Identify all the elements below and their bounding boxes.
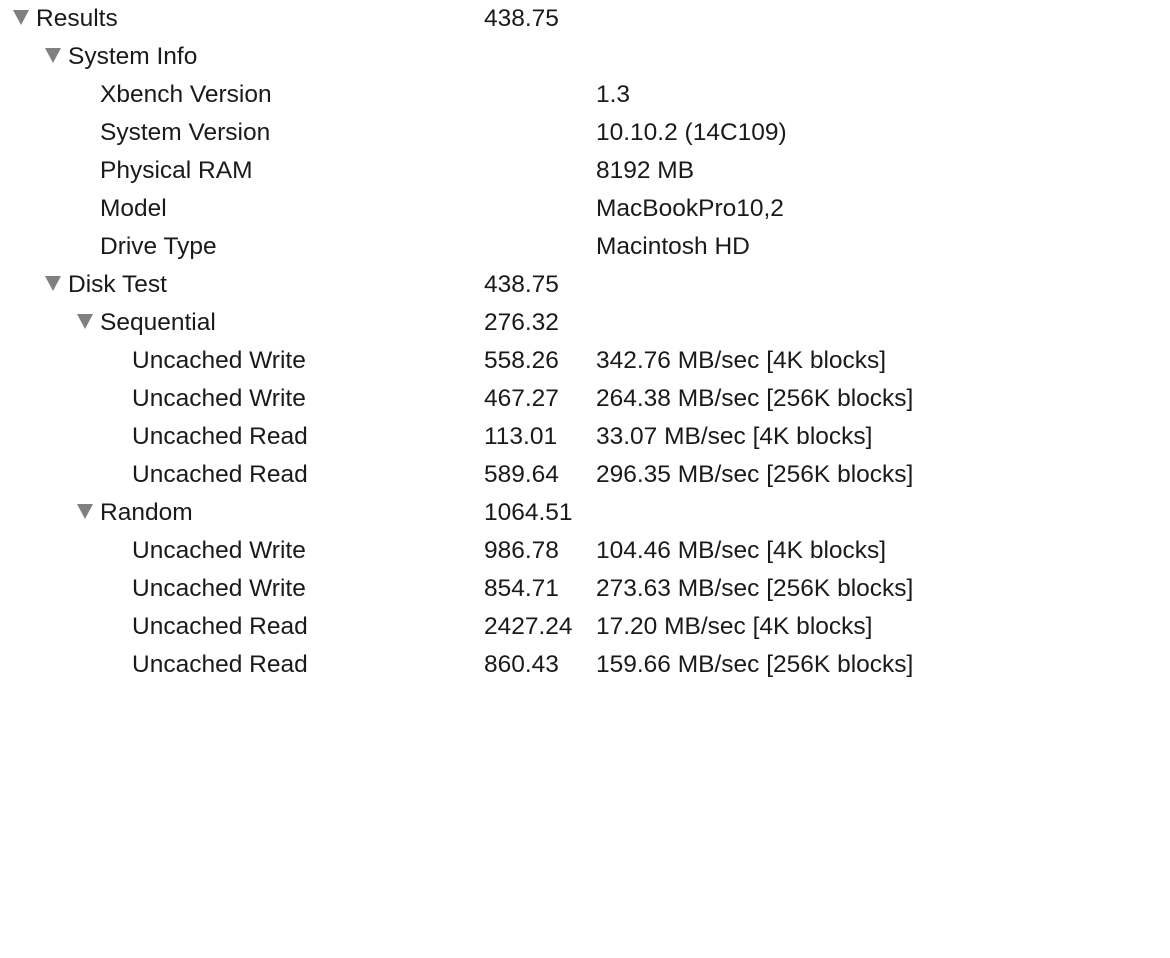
row-score: 589.64 (484, 461, 559, 488)
row-score: 854.71 (484, 575, 559, 602)
row-label: Model (100, 195, 167, 222)
row-label: Uncached Write (132, 575, 306, 602)
triangle-down-icon[interactable] (44, 38, 64, 76)
row-info: 8192 MB (596, 157, 695, 184)
tree-row-disk-test[interactable]: Disk Test 438.75 (0, 266, 1170, 304)
row-label: Xbench Version (100, 81, 272, 108)
tree-row[interactable]: Uncached Read 860.43 159.66 MB/sec [256K… (0, 646, 1170, 684)
results-outline-view: Results 438.75 System Info Xbench Versio… (0, 0, 1170, 684)
tree-row[interactable]: Drive Type Macintosh HD (0, 228, 1170, 266)
row-label: Physical RAM (100, 157, 253, 184)
triangle-down-icon[interactable] (76, 494, 96, 532)
tree-row[interactable]: System Version 10.10.2 (14C109) (0, 114, 1170, 152)
row-score: 276.32 (484, 309, 559, 336)
row-label: System Info (68, 43, 198, 70)
row-info: 33.07 MB/sec [4K blocks] (596, 423, 873, 450)
tree-row-random[interactable]: Random 1064.51 (0, 494, 1170, 532)
row-info: 17.20 MB/sec [4K blocks] (596, 613, 873, 640)
row-info: 342.76 MB/sec [4K blocks] (596, 347, 887, 374)
row-label: Random (100, 499, 193, 526)
row-score: 1064.51 (484, 499, 573, 526)
tree-row[interactable]: Uncached Write 854.71 273.63 MB/sec [256… (0, 570, 1170, 608)
row-label: Uncached Read (132, 461, 308, 488)
row-score: 860.43 (484, 651, 559, 678)
triangle-down-icon[interactable] (76, 304, 96, 342)
tree-row-system-info[interactable]: System Info (0, 38, 1170, 76)
row-score: 558.26 (484, 347, 559, 374)
tree-row[interactable]: Uncached Read 589.64 296.35 MB/sec [256K… (0, 456, 1170, 494)
triangle-down-icon[interactable] (12, 0, 32, 38)
row-info: MacBookPro10,2 (596, 195, 784, 222)
row-label: Uncached Read (132, 423, 308, 450)
row-info: 264.38 MB/sec [256K blocks] (596, 385, 914, 412)
tree-row[interactable]: Uncached Write 986.78 104.46 MB/sec [4K … (0, 532, 1170, 570)
tree-row[interactable]: Uncached Write 558.26 342.76 MB/sec [4K … (0, 342, 1170, 380)
row-info: 1.3 (596, 81, 631, 108)
row-label: Sequential (100, 309, 216, 336)
row-score: 986.78 (484, 537, 559, 564)
tree-row-sequential[interactable]: Sequential 276.32 (0, 304, 1170, 342)
tree-row[interactable]: Uncached Read 2427.24 17.20 MB/sec [4K b… (0, 608, 1170, 646)
tree-row-results[interactable]: Results 438.75 (0, 0, 1170, 38)
row-score: 2427.24 (484, 613, 573, 640)
row-label: Uncached Write (132, 385, 306, 412)
tree-row[interactable]: Uncached Read 113.01 33.07 MB/sec [4K bl… (0, 418, 1170, 456)
row-score: 467.27 (484, 385, 559, 412)
row-label: Uncached Write (132, 347, 306, 374)
row-label: System Version (100, 119, 271, 146)
tree-row[interactable]: Xbench Version 1.3 (0, 76, 1170, 114)
row-info: 104.46 MB/sec [4K blocks] (596, 537, 887, 564)
row-label: Uncached Read (132, 613, 308, 640)
row-info: 273.63 MB/sec [256K blocks] (596, 575, 914, 602)
row-info: 10.10.2 (14C109) (596, 119, 787, 146)
row-score: 438.75 (484, 271, 559, 298)
row-label: Drive Type (100, 233, 217, 260)
triangle-down-icon[interactable] (44, 266, 64, 304)
row-score: 113.01 (484, 423, 558, 450)
tree-row[interactable]: Model MacBookPro10,2 (0, 190, 1170, 228)
row-label: Results (36, 5, 118, 32)
row-label: Uncached Read (132, 651, 308, 678)
row-score: 438.75 (484, 5, 559, 32)
row-label: Uncached Write (132, 537, 306, 564)
tree-row[interactable]: Physical RAM 8192 MB (0, 152, 1170, 190)
tree-row[interactable]: Uncached Write 467.27 264.38 MB/sec [256… (0, 380, 1170, 418)
row-info: 159.66 MB/sec [256K blocks] (596, 651, 914, 678)
row-info: Macintosh HD (596, 233, 750, 260)
row-label: Disk Test (68, 271, 167, 298)
row-info: 296.35 MB/sec [256K blocks] (596, 461, 914, 488)
